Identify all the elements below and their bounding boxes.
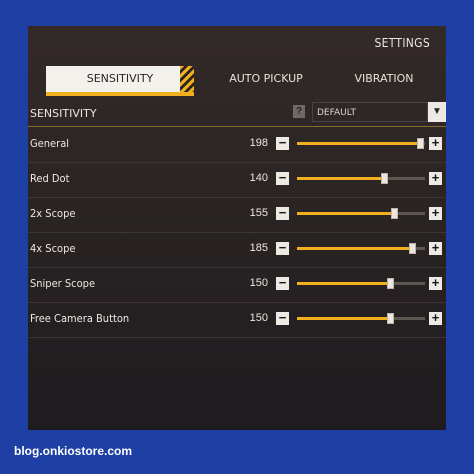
- tab-bar: SENSITIVITY AUTO PICKUP VIBRATION: [28, 66, 446, 96]
- divider: [28, 126, 446, 127]
- slider-handle[interactable]: [416, 138, 424, 149]
- slider-handle[interactable]: [409, 243, 417, 254]
- increase-button[interactable]: +: [429, 206, 442, 220]
- slider-fill: [297, 247, 413, 250]
- slider-label: 2x Scope: [30, 207, 76, 220]
- slider-track[interactable]: [297, 278, 425, 289]
- decrease-button[interactable]: −: [276, 276, 289, 290]
- tab-auto-pickup[interactable]: AUTO PICKUP: [206, 66, 326, 92]
- slider-value: 185: [249, 242, 268, 254]
- slider-row: 2x Scope 155 − +: [28, 198, 446, 233]
- slider-value: 198: [249, 137, 268, 149]
- slider-row: Red Dot 140 − +: [28, 163, 446, 198]
- tab-sensitivity[interactable]: SENSITIVITY: [46, 66, 194, 96]
- increase-button[interactable]: +: [429, 241, 442, 255]
- tab-vibration[interactable]: VIBRATION: [334, 66, 434, 92]
- slider-fill: [297, 317, 391, 320]
- slider-track[interactable]: [297, 243, 425, 254]
- section-label: SENSITIVITY: [30, 107, 97, 120]
- slider-value: 155: [249, 207, 268, 219]
- increase-button[interactable]: +: [429, 311, 442, 325]
- sensitivity-header: SENSITIVITY ? DEFAULT ▼: [28, 102, 446, 124]
- decrease-button[interactable]: −: [276, 241, 289, 255]
- slider-fill: [297, 212, 395, 215]
- increase-button[interactable]: +: [429, 136, 442, 150]
- chevron-down-icon[interactable]: ▼: [428, 102, 446, 122]
- increase-button[interactable]: +: [429, 171, 442, 185]
- decrease-button[interactable]: −: [276, 171, 289, 185]
- help-icon[interactable]: ?: [293, 105, 305, 118]
- slider-label: Sniper Scope: [30, 277, 96, 290]
- settings-screen: SETTINGS SENSITIVITY AUTO PICKUP VIBRATI…: [28, 26, 446, 430]
- slider-row: Free Camera Button 150 − +: [28, 303, 446, 338]
- slider-label: Free Camera Button: [30, 312, 130, 325]
- slider-track[interactable]: [297, 173, 425, 184]
- slider-handle[interactable]: [381, 173, 389, 184]
- decrease-button[interactable]: −: [276, 311, 289, 325]
- slider-fill: [297, 282, 391, 285]
- slider-track[interactable]: [297, 208, 425, 219]
- page-title: SETTINGS: [374, 36, 430, 50]
- slider-label: Red Dot: [30, 172, 70, 185]
- slider-handle[interactable]: [391, 208, 399, 219]
- slider-value: 150: [249, 277, 268, 289]
- active-tab-stripe: [180, 66, 194, 92]
- slider-label: 4x Scope: [30, 242, 76, 255]
- slider-row: 4x Scope 185 − +: [28, 233, 446, 268]
- slider-handle[interactable]: [387, 313, 395, 324]
- slider-track[interactable]: [297, 138, 425, 149]
- decrease-button[interactable]: −: [276, 136, 289, 150]
- decrease-button[interactable]: −: [276, 206, 289, 220]
- increase-button[interactable]: +: [429, 276, 442, 290]
- slider-value: 140: [249, 172, 268, 184]
- slider-row: Sniper Scope 150 − +: [28, 268, 446, 303]
- slider-track[interactable]: [297, 313, 425, 324]
- slider-value: 150: [249, 312, 268, 324]
- slider-row: General 198 − +: [28, 128, 446, 163]
- slider-handle[interactable]: [387, 278, 395, 289]
- slider-label: General: [30, 137, 70, 150]
- slider-fill: [297, 142, 420, 145]
- preset-dropdown[interactable]: DEFAULT: [312, 102, 428, 122]
- footer-site[interactable]: blog.onkiostore.com: [14, 444, 132, 458]
- slider-fill: [297, 177, 385, 180]
